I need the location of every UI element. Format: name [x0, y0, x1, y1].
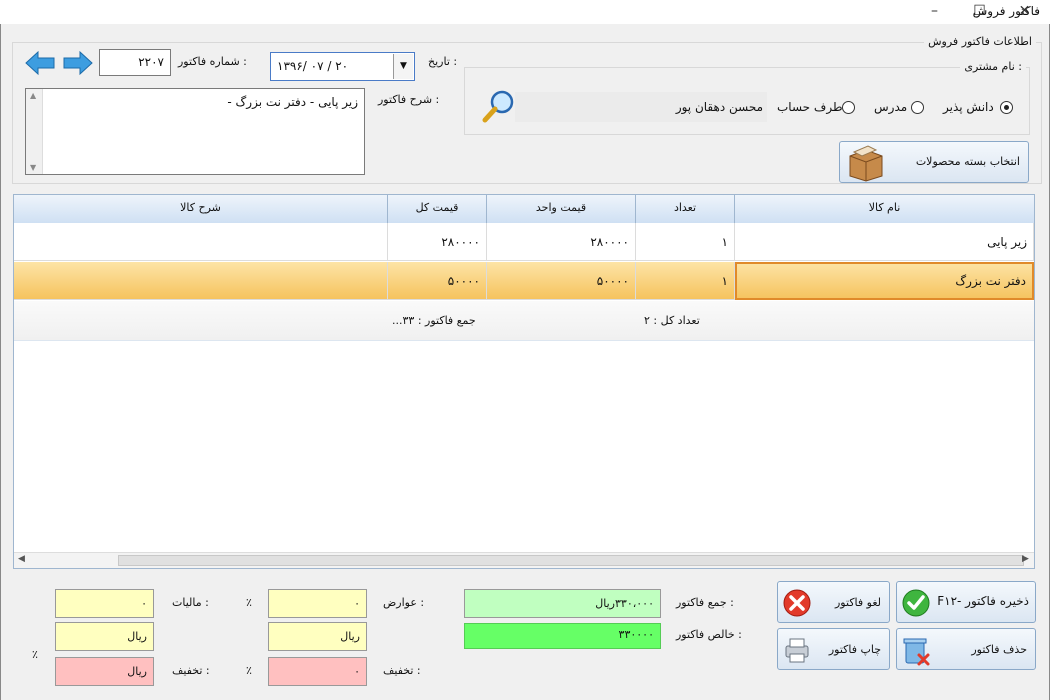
customer-legend: نام مشتری : — [960, 60, 1026, 73]
cell-description[interactable] — [14, 262, 388, 300]
printer-icon — [782, 635, 812, 665]
duties-label: عوارض : — [383, 596, 425, 609]
tax-field[interactable]: ۰ — [55, 589, 154, 618]
tax-percent: ٪ — [246, 596, 252, 609]
table-row-selected[interactable]: دفتر نت بزرگ ۱ ۵۰۰۰۰ ۵۰۰۰۰ — [14, 262, 1034, 300]
checkmark-icon — [901, 588, 931, 618]
description-text: زیر پایی - دفتر نت بزرگ - — [227, 95, 358, 109]
invoice-info-legend: اطلاعات فاکتور فروش — [924, 35, 1036, 48]
grid-summary-row: تعداد کل : ۲ جمع فاکتور : ۳۳... — [14, 301, 1034, 341]
scroll-right-icon[interactable]: ▶ — [1022, 554, 1029, 564]
cancel-invoice-label: لغو فاکتور — [835, 596, 881, 609]
radio-teacher[interactable] — [911, 101, 924, 114]
cell-product-name[interactable]: زیر پایی — [735, 223, 1034, 261]
net-total-field: ۳۳۰۰۰۰ — [464, 623, 661, 649]
invoice-number-field[interactable]: ۲۲۰۷ — [99, 49, 171, 76]
invoice-sum-field: ۳۳۰،۰۰۰ریال — [464, 589, 661, 618]
scroll-up-icon[interactable]: ▲ — [30, 91, 36, 100]
arrow-left-icon[interactable] — [24, 50, 56, 76]
print-invoice-button[interactable]: چاپ فاکتور — [777, 628, 890, 670]
discount2-label: تخفیف : — [172, 664, 210, 677]
date-label: تاریخ : — [428, 55, 458, 68]
duties-rial-field[interactable]: ریال — [268, 622, 367, 651]
discount-label: تخفیف : — [383, 664, 421, 677]
scroll-down-icon[interactable]: ▼ — [30, 163, 36, 172]
header-product-name[interactable]: نام کالا — [735, 195, 1035, 223]
header-total-price[interactable]: قیمت کل — [388, 195, 487, 223]
cell-unit-price[interactable]: ۵۰۰۰۰ — [487, 262, 636, 300]
save-invoice-label: ذخیره فاکتور -F۱۲ — [937, 594, 1029, 608]
discount2-percent: ٪ — [32, 648, 38, 661]
description-scrollbar[interactable]: ▲ ▼ — [26, 89, 43, 174]
discount-percent: ٪ — [246, 664, 252, 677]
description-textarea[interactable]: ▲ ▼ زیر پایی - دفتر نت بزرگ - — [25, 88, 365, 175]
chevron-down-icon[interactable]: ▼ — [393, 54, 413, 79]
delete-invoice-label: حذف فاکتور — [971, 643, 1027, 656]
customer-name-field[interactable]: محسن دهقان پور — [515, 92, 767, 122]
close-button[interactable]: ✕ — [1002, 0, 1047, 24]
radio-student-label: دانش پذیر — [943, 100, 994, 114]
summary-total: جمع فاکتور : ۳۳... — [392, 314, 476, 327]
invoice-sum-label: جمع فاکتور : — [676, 596, 734, 609]
arrow-right-icon[interactable] — [62, 50, 94, 76]
cell-product-name[interactable]: دفتر نت بزرگ — [735, 262, 1034, 300]
tax-rial-field[interactable]: ریال — [55, 622, 154, 651]
radio-account[interactable] — [842, 101, 855, 114]
summary-count: تعداد کل : ۲ — [644, 314, 700, 327]
package-box-icon — [844, 144, 888, 182]
discount-field[interactable]: ۰ — [268, 657, 367, 686]
delete-invoice-button[interactable]: حذف فاکتور — [896, 628, 1036, 670]
duties-field[interactable]: ۰ — [268, 589, 367, 618]
cell-total-price[interactable]: ۲۸۰۰۰۰ — [388, 223, 487, 261]
cancel-icon — [782, 588, 812, 618]
cell-description[interactable] — [14, 223, 388, 261]
radio-account-label: طرف حساب — [777, 100, 843, 114]
select-package-label: انتخاب بسته محصولات — [915, 155, 1020, 168]
invoice-number-label: شماره فاکتور : — [178, 55, 247, 68]
radio-student[interactable] — [1000, 101, 1013, 114]
customer-name: محسن دهقان پور — [675, 100, 763, 114]
search-icon[interactable] — [478, 88, 518, 124]
tax-label: مالیات : — [172, 596, 209, 609]
maximize-button[interactable]: ☐ — [957, 0, 1002, 24]
radio-teacher-label: مدرس — [874, 100, 908, 114]
select-package-button[interactable]: انتخاب بسته محصولات — [839, 141, 1029, 183]
cancel-invoice-button[interactable]: لغو فاکتور — [777, 581, 890, 623]
cell-quantity[interactable]: ۱ — [636, 223, 735, 261]
minimize-button[interactable]: – — [912, 0, 957, 24]
trash-icon — [901, 635, 931, 667]
description-label: شرح فاکتور : — [378, 93, 440, 106]
cell-unit-price[interactable]: ۲۸۰۰۰۰ — [487, 223, 636, 261]
header-description[interactable]: شرح کالا — [14, 195, 388, 223]
grid-horizontal-scrollbar[interactable]: ◀ ▶ — [14, 552, 1034, 568]
cell-quantity[interactable]: ۱ — [636, 262, 735, 300]
cell-total-price[interactable]: ۵۰۰۰۰ — [388, 262, 487, 300]
table-row[interactable]: زیر پایی ۱ ۲۸۰۰۰۰ ۲۸۰۰۰۰ — [14, 223, 1034, 261]
save-invoice-button[interactable]: ذخیره فاکتور -F۱۲ — [896, 581, 1036, 623]
discount2-field[interactable]: ریال — [55, 657, 154, 686]
scroll-thumb[interactable] — [118, 555, 1024, 566]
products-grid: نام کالا تعداد قیمت واحد قیمت کل شرح کال… — [13, 194, 1035, 569]
header-quantity[interactable]: تعداد — [636, 195, 735, 223]
header-unit-price[interactable]: قیمت واحد — [487, 195, 636, 223]
title-bar: فاکتور فروش – ☐ ✕ — [0, 0, 1050, 24]
scroll-left-icon[interactable]: ◀ — [18, 554, 25, 564]
net-total-label: خالص فاکتور : — [676, 628, 742, 641]
print-invoice-label: چاپ فاکتور — [828, 643, 881, 656]
date-value: ۱۳۹۶/ ۰۷ / ۲۰ — [277, 59, 349, 73]
